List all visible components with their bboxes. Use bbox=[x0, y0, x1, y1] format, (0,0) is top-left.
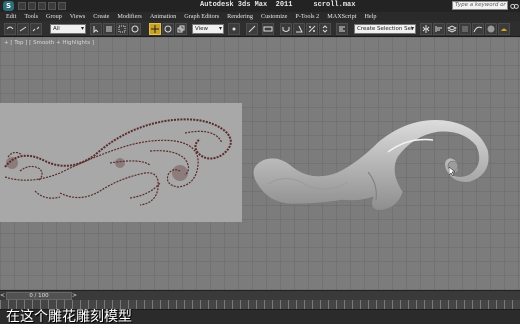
scale-icon bbox=[177, 25, 185, 33]
select-manipulate-button[interactable] bbox=[246, 23, 258, 35]
menu-edit[interactable]: Edit bbox=[6, 13, 16, 20]
move-button[interactable] bbox=[149, 23, 161, 35]
time-slider[interactable]: < 0 / 100 > bbox=[0, 290, 520, 300]
pivot-icon bbox=[232, 27, 236, 31]
selection-filter-dropdown[interactable]: All bbox=[50, 24, 86, 34]
carved-scroll-mesh bbox=[252, 119, 490, 211]
mouse-cursor-icon bbox=[449, 167, 456, 177]
undo-arrow-icon bbox=[6, 26, 14, 30]
undo-icon[interactable] bbox=[48, 2, 56, 10]
rotate-button[interactable] bbox=[162, 23, 174, 35]
material-sphere-icon bbox=[487, 25, 495, 33]
reference-coordinate-dropdown[interactable]: View bbox=[192, 24, 224, 34]
snaps-toggle-button[interactable] bbox=[280, 23, 292, 35]
percent-snap-button[interactable] bbox=[306, 23, 318, 35]
scroll-ornament-model[interactable] bbox=[248, 112, 498, 217]
mirror-icon bbox=[422, 25, 430, 33]
menu-help[interactable]: Help bbox=[364, 13, 376, 20]
new-file-icon[interactable] bbox=[18, 2, 26, 10]
menu-tools[interactable]: Tools bbox=[24, 13, 38, 20]
angle-snap-button[interactable] bbox=[293, 23, 305, 35]
curve-editor-button[interactable] bbox=[472, 23, 484, 35]
frame-counter[interactable]: 0 / 100 bbox=[6, 292, 72, 300]
unlink-button[interactable] bbox=[30, 23, 42, 35]
viewport-label[interactable]: + [ Top ] [ Smooth + Highlights ] bbox=[4, 40, 94, 46]
rectangular-selection-button[interactable] bbox=[116, 23, 128, 35]
menu-rendering[interactable]: Rendering bbox=[227, 13, 253, 20]
move-icon bbox=[151, 25, 159, 33]
menu-p-tools[interactable]: P-Tools 2 bbox=[295, 13, 319, 20]
binoculars-icon[interactable] bbox=[510, 1, 519, 10]
menu-views[interactable]: Views bbox=[70, 13, 85, 20]
graphite-icon bbox=[462, 26, 468, 32]
main-toolbar: All View Create Selection Set bbox=[0, 21, 520, 37]
perspective-viewport[interactable]: + [ Top ] [ Smooth + Highlights ] bbox=[0, 37, 520, 290]
keyboard-shortcut-button[interactable] bbox=[262, 23, 274, 35]
render-teapot-icon bbox=[501, 28, 507, 31]
named-selection-set-dropdown[interactable]: Create Selection Set bbox=[354, 24, 416, 34]
video-subtitle: 在这个雕花雕刻模型 bbox=[6, 309, 132, 324]
menu-graph-editors[interactable]: Graph Editors bbox=[184, 13, 219, 20]
keyboard-icon bbox=[263, 26, 273, 32]
reference-image-plane bbox=[0, 103, 242, 222]
edit-named-selection-button[interactable] bbox=[336, 23, 348, 35]
menu-bar: Edit Tools Group Views Create Modifiers … bbox=[0, 12, 520, 21]
redo-icon[interactable] bbox=[58, 2, 66, 10]
crossing-icon bbox=[131, 25, 139, 33]
menu-create[interactable]: Create bbox=[93, 13, 109, 20]
menu-group[interactable]: Group bbox=[46, 13, 62, 20]
scale-button[interactable] bbox=[175, 23, 187, 35]
app-logo-icon[interactable]: S bbox=[3, 1, 14, 11]
menu-maxscript[interactable]: MAXScript bbox=[327, 13, 356, 20]
layers-icon bbox=[447, 25, 457, 33]
spinner-snap-button[interactable] bbox=[319, 23, 331, 35]
menu-modifiers[interactable]: Modifiers bbox=[117, 13, 141, 20]
cursor-arrow-icon bbox=[93, 26, 99, 34]
ornament-reference-drawing bbox=[4, 118, 232, 206]
curve-editor-icon bbox=[473, 26, 483, 33]
select-by-name-button[interactable] bbox=[103, 23, 115, 35]
spinner-snap-icon bbox=[322, 25, 328, 33]
link-icon bbox=[19, 26, 27, 32]
open-file-icon[interactable] bbox=[28, 2, 36, 10]
material-editor-button[interactable] bbox=[485, 23, 497, 35]
mirror-button[interactable] bbox=[420, 23, 432, 35]
unlink-icon bbox=[32, 26, 40, 32]
named-selection-icon bbox=[339, 26, 345, 32]
graphite-tools-button[interactable] bbox=[459, 23, 471, 35]
link-button[interactable] bbox=[17, 23, 29, 35]
angle-snap-icon bbox=[296, 25, 303, 33]
rectangle-select-icon bbox=[118, 25, 126, 33]
window-crossing-button[interactable] bbox=[129, 23, 141, 35]
next-frame-button[interactable]: > bbox=[72, 292, 78, 300]
menu-customize[interactable]: Customize bbox=[261, 13, 287, 20]
quick-access-toolbar bbox=[18, 2, 66, 10]
search-input[interactable]: Type a keyword or phrase bbox=[452, 1, 508, 10]
list-icon bbox=[106, 26, 112, 32]
align-button[interactable] bbox=[433, 23, 445, 35]
render-setup-button[interactable] bbox=[498, 23, 510, 35]
align-icon bbox=[435, 26, 442, 32]
undo-button[interactable] bbox=[4, 23, 16, 35]
layer-manager-button[interactable] bbox=[446, 23, 458, 35]
title-bar: S Autodesk 3ds Max 2011 scroll.max Type … bbox=[0, 0, 520, 12]
select-object-button[interactable] bbox=[90, 23, 102, 35]
rotate-icon bbox=[164, 25, 172, 33]
snap-magnet-icon bbox=[282, 27, 290, 32]
percent-snap-icon bbox=[308, 25, 316, 33]
save-file-icon[interactable] bbox=[38, 2, 46, 10]
pivot-center-button[interactable] bbox=[228, 23, 240, 35]
window-title: Autodesk 3ds Max 2011 scroll.max bbox=[200, 1, 356, 9]
menu-animation[interactable]: Animation bbox=[150, 13, 176, 20]
manipulate-icon bbox=[248, 25, 256, 33]
